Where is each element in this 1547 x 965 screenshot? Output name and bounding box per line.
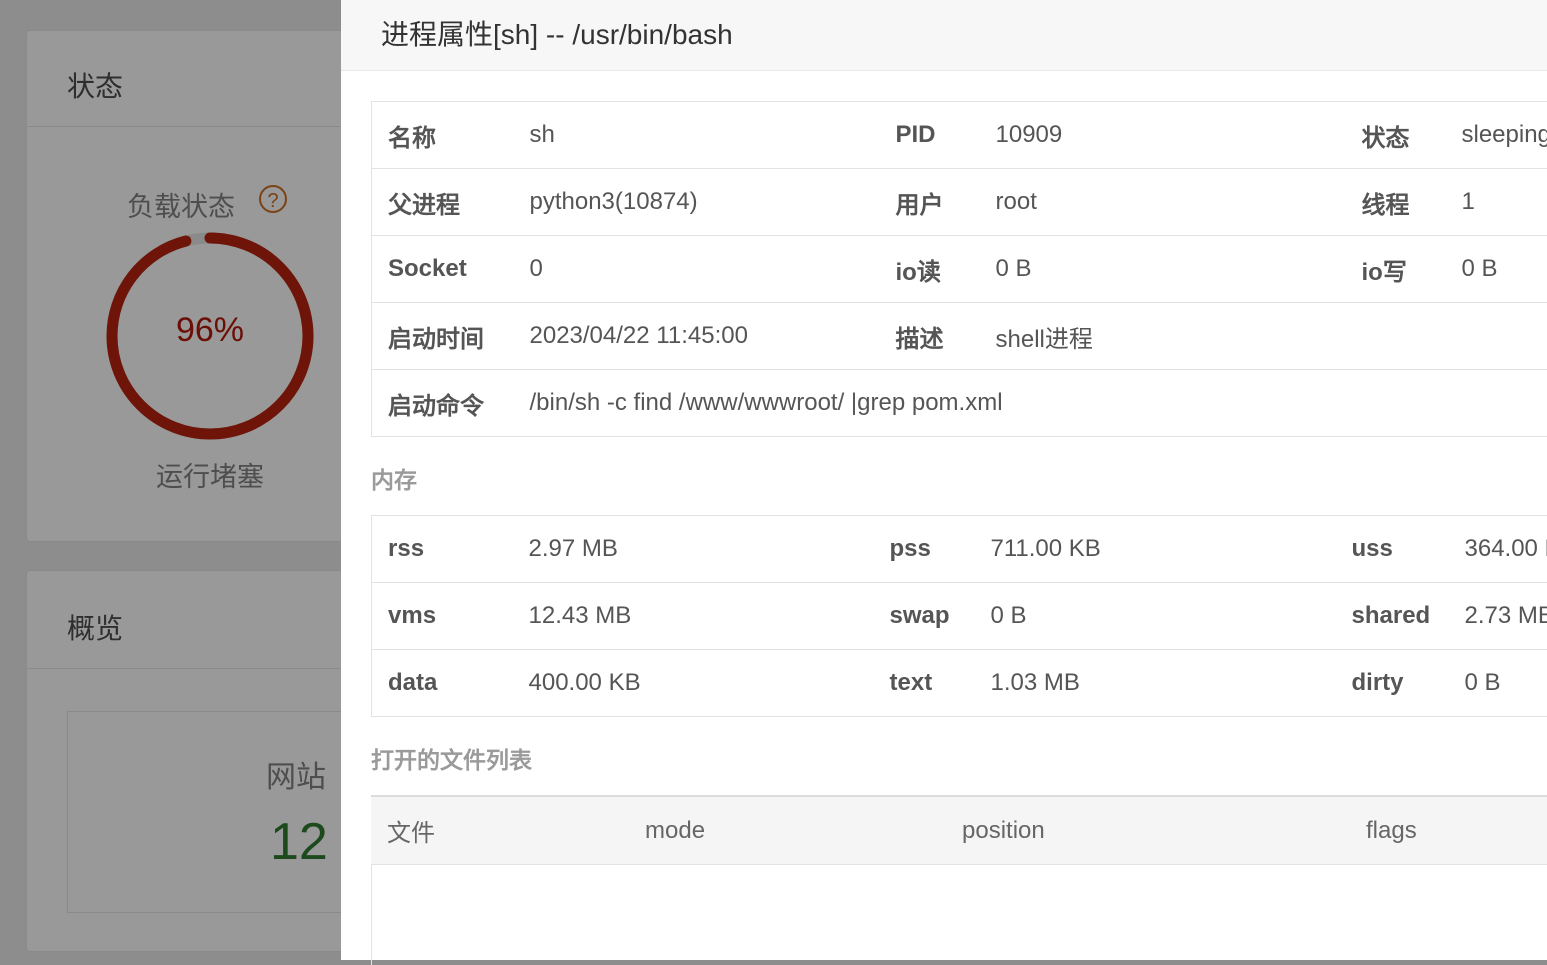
data-value: 400.00 KB bbox=[513, 650, 874, 717]
drawer-content: 名称 sh PID 10909 状态 sleeping 父进程 python3(… bbox=[371, 101, 1547, 965]
table-row: data 400.00 KB text 1.03 MB dirty 0 B bbox=[372, 650, 1547, 717]
name-label: 名称 bbox=[372, 102, 514, 169]
dirty-value: 0 B bbox=[1449, 650, 1547, 717]
socket-label: Socket bbox=[372, 236, 514, 303]
io-write-value: 0 B bbox=[1446, 236, 1547, 303]
site-count-box[interactable]: 网站 12 bbox=[67, 711, 369, 913]
vms-value: 12.43 MB bbox=[513, 583, 874, 650]
pss-value: 711.00 KB bbox=[975, 516, 1336, 583]
io-read-label: io读 bbox=[880, 236, 980, 303]
description-label: 描述 bbox=[880, 303, 980, 370]
open-files-section-title: 打开的文件列表 bbox=[371, 717, 1547, 795]
description-value: shell进程 bbox=[980, 303, 1547, 370]
load-status-label: 负载状态 bbox=[127, 185, 235, 224]
load-percent: 96% bbox=[105, 311, 315, 350]
status-card-title: 状态 bbox=[27, 31, 367, 127]
table-row: 启动时间 2023/04/22 11:45:00 描述 shell进程 bbox=[372, 303, 1547, 370]
column-header-mode[interactable]: mode bbox=[629, 796, 946, 865]
column-header-position[interactable]: position bbox=[946, 796, 1350, 865]
socket-value: 0 bbox=[514, 236, 880, 303]
pid-value: 10909 bbox=[980, 102, 1346, 169]
dashboard-background: 状态 负载状态 ? 96% 运行堵塞 概览 网站 12 bbox=[0, 0, 341, 960]
threads-label: 线程 bbox=[1346, 169, 1446, 236]
table-row: 父进程 python3(10874) 用户 root 线程 1 bbox=[372, 169, 1547, 236]
table-row: 名称 sh PID 10909 状态 sleeping bbox=[372, 102, 1547, 169]
overview-card-title: 概览 bbox=[27, 571, 367, 669]
text-label: text bbox=[874, 650, 975, 717]
uss-label: uss bbox=[1336, 516, 1449, 583]
site-label: 网站 bbox=[266, 752, 326, 796]
threads-value: 1 bbox=[1446, 169, 1547, 236]
process-info-table: 名称 sh PID 10909 状态 sleeping 父进程 python3(… bbox=[371, 101, 1547, 437]
user-value: root bbox=[980, 169, 1346, 236]
io-read-value: 0 B bbox=[980, 236, 1346, 303]
help-icon[interactable]: ? bbox=[259, 185, 287, 213]
vms-label: vms bbox=[372, 583, 513, 650]
user-label: 用户 bbox=[880, 169, 980, 236]
table-row: 启动命令 /bin/sh -c find /www/wwwroot/ |grep… bbox=[372, 370, 1547, 437]
parent-value: python3(10874) bbox=[514, 169, 880, 236]
shared-value: 2.73 MB bbox=[1449, 583, 1547, 650]
text-value: 1.03 MB bbox=[975, 650, 1336, 717]
table-row: vms 12.43 MB swap 0 B shared 2.73 MB bbox=[372, 583, 1547, 650]
start-command-value: /bin/sh -c find /www/wwwroot/ |grep pom.… bbox=[514, 370, 1547, 437]
dirty-label: dirty bbox=[1336, 650, 1449, 717]
memory-table: rss 2.97 MB pss 711.00 KB uss 364.00 KB … bbox=[371, 515, 1547, 717]
open-files-table-body bbox=[371, 865, 1547, 965]
memory-section-title: 内存 bbox=[371, 437, 1547, 515]
start-command-label: 启动命令 bbox=[372, 370, 514, 437]
rss-value: 2.97 MB bbox=[513, 516, 874, 583]
open-files-table: 文件 mode position flags bbox=[371, 795, 1547, 865]
parent-label: 父进程 bbox=[372, 169, 514, 236]
uss-value: 364.00 KB bbox=[1449, 516, 1547, 583]
drawer-title: 进程属性[sh] -- /usr/bin/bash bbox=[341, 0, 1547, 71]
overview-card: 概览 网站 12 bbox=[26, 570, 368, 952]
table-row: Socket 0 io读 0 B io写 0 B bbox=[372, 236, 1547, 303]
rss-label: rss bbox=[372, 516, 513, 583]
status-card: 状态 负载状态 ? 96% 运行堵塞 bbox=[26, 30, 368, 542]
status-value: sleeping bbox=[1446, 102, 1547, 169]
pid-label: PID bbox=[880, 102, 980, 169]
shared-label: shared bbox=[1336, 583, 1449, 650]
load-description: 运行堵塞 bbox=[105, 455, 315, 494]
column-header-flags[interactable]: flags bbox=[1350, 796, 1547, 865]
io-write-label: io写 bbox=[1346, 236, 1446, 303]
data-label: data bbox=[372, 650, 513, 717]
process-properties-drawer: 进程属性[sh] -- /usr/bin/bash 名称 sh PID 1090… bbox=[341, 0, 1547, 960]
pss-label: pss bbox=[874, 516, 975, 583]
swap-value: 0 B bbox=[975, 583, 1336, 650]
table-header-row: 文件 mode position flags bbox=[371, 796, 1547, 865]
status-label: 状态 bbox=[1346, 102, 1446, 169]
column-header-file[interactable]: 文件 bbox=[371, 796, 629, 865]
table-row: rss 2.97 MB pss 711.00 KB uss 364.00 KB bbox=[372, 516, 1547, 583]
name-value: sh bbox=[514, 102, 880, 169]
start-time-value: 2023/04/22 11:45:00 bbox=[514, 303, 880, 370]
start-time-label: 启动时间 bbox=[372, 303, 514, 370]
site-count: 12 bbox=[270, 812, 328, 872]
swap-label: swap bbox=[874, 583, 975, 650]
